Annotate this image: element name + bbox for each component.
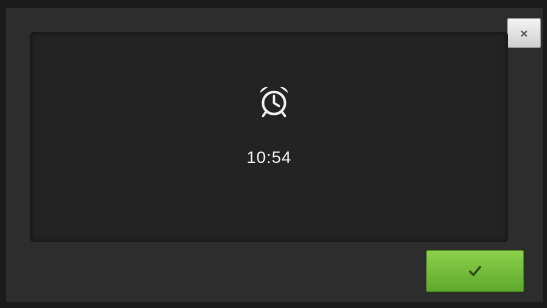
alarm-panel: 10:54 — [30, 32, 508, 242]
close-button[interactable]: × — [507, 18, 541, 48]
alarm-dialog: × 10:54 — [0, 0, 547, 308]
checkmark-icon — [468, 265, 482, 277]
close-icon: × — [520, 25, 528, 41]
confirm-button[interactable] — [426, 250, 524, 292]
alarm-time: 10:54 — [246, 148, 292, 167]
alarm-clock-icon — [260, 86, 288, 118]
